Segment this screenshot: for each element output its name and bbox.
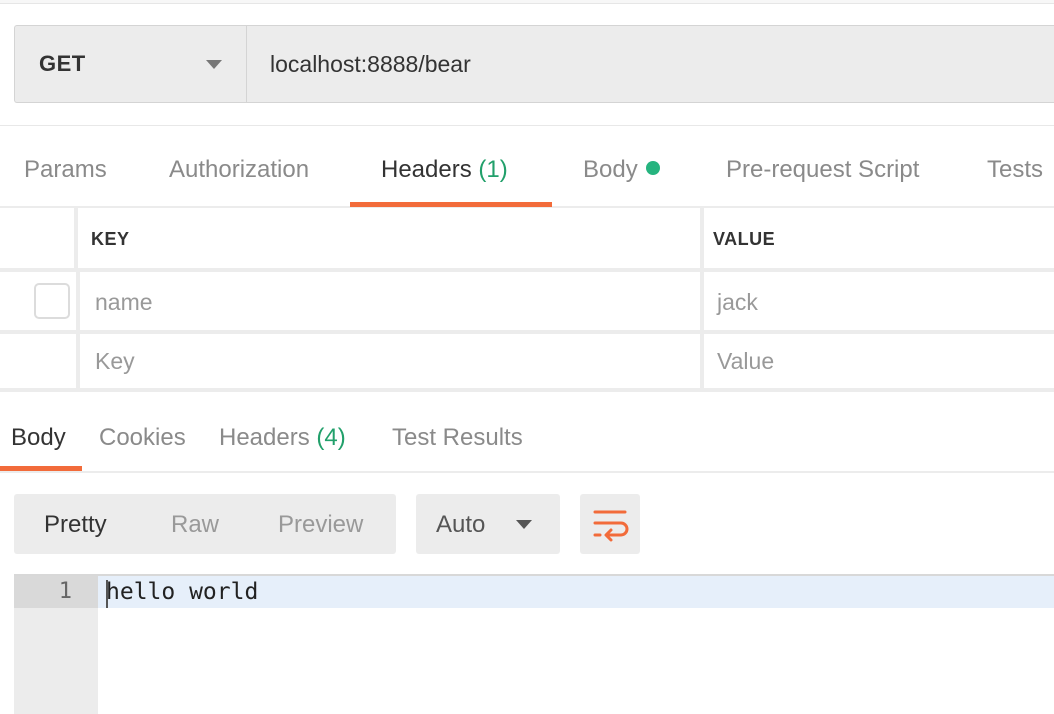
active-tab-indicator [0, 466, 82, 471]
tab-label: Headers [381, 156, 472, 183]
tab-label: Headers [219, 424, 310, 451]
request-tabs: Params Authorization Headers (1) Body Pr… [0, 126, 1054, 208]
wrap-lines-button[interactable] [580, 494, 640, 554]
body-modified-dot-icon [645, 161, 660, 175]
method-select[interactable]: GET [15, 26, 247, 102]
tab-response-body[interactable]: Body [11, 424, 66, 452]
headers-count: (1) [478, 156, 508, 183]
headers-table: KEY VALUE name jack Key Value [0, 208, 1054, 392]
request-bar: GET localhost:8888/bear [14, 25, 1054, 103]
pretty-button[interactable]: Pretty [44, 511, 107, 539]
tab-pre-request-script[interactable]: Pre-request Script [726, 156, 919, 184]
new-value-input[interactable]: Value [717, 348, 774, 375]
response-body-editor[interactable]: 1 hello world [14, 574, 1054, 714]
column-divider [76, 272, 80, 330]
tab-label: Params [24, 156, 107, 183]
tab-cookies[interactable]: Cookies [99, 424, 186, 452]
tab-body[interactable]: Body [583, 156, 660, 184]
tab-test-results[interactable]: Test Results [392, 424, 523, 452]
response-headers-count: (4) [316, 424, 346, 451]
table-header-row: KEY VALUE [0, 208, 1054, 268]
method-label: GET [39, 51, 86, 76]
chevron-down-icon [206, 60, 222, 69]
column-divider [74, 208, 78, 268]
top-border [0, 0, 1054, 4]
tab-label: Pre-request Script [726, 156, 920, 183]
header-key-input[interactable]: name [95, 289, 153, 316]
raw-button[interactable]: Raw [171, 511, 219, 539]
preview-button[interactable]: Preview [278, 511, 363, 539]
tab-label: Authorization [169, 156, 310, 183]
value-column-header: VALUE [713, 229, 776, 249]
code-line: hello world [106, 579, 259, 605]
line-number: 1 [14, 576, 98, 608]
view-mode-group: Pretty Raw Preview [14, 494, 396, 554]
format-select[interactable]: Auto [416, 494, 560, 554]
column-divider [76, 334, 80, 390]
response-tabs: Body Cookies Headers (4) Test Results [0, 391, 1054, 473]
tab-response-headers[interactable]: Headers (4) [219, 424, 346, 452]
tab-headers[interactable]: Headers (1) [381, 156, 508, 184]
header-value-input[interactable]: jack [717, 289, 758, 316]
tab-label: Body [11, 424, 66, 451]
tab-params[interactable]: Params [24, 156, 107, 184]
key-column-header: KEY [91, 229, 130, 249]
table-row: Key Value [0, 334, 1054, 390]
text-cursor [106, 580, 108, 608]
tab-authorization[interactable]: Authorization [169, 156, 309, 184]
tab-label: Cookies [99, 424, 186, 451]
chevron-down-icon [516, 520, 532, 529]
tab-label: Tests [987, 156, 1044, 183]
active-tab-indicator [350, 202, 552, 207]
row-enable-checkbox[interactable] [34, 283, 70, 319]
url-input[interactable]: localhost:8888/bear [247, 26, 1054, 102]
format-label: Auto [436, 511, 486, 538]
tab-label: Test Results [392, 424, 523, 451]
wrap-lines-icon [593, 510, 629, 542]
column-divider [700, 334, 704, 390]
tab-label: Body [583, 156, 638, 183]
tab-tests[interactable]: Tests [987, 156, 1043, 184]
new-key-input[interactable]: Key [95, 348, 135, 375]
column-divider [700, 208, 704, 268]
column-divider [700, 272, 704, 330]
table-row: name jack [0, 272, 1054, 330]
